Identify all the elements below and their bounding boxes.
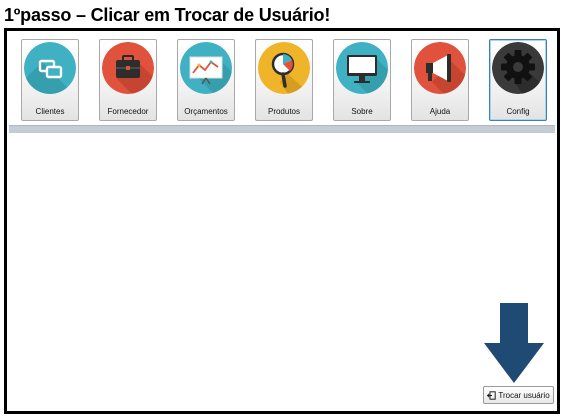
app-window: Clientes Fornecedor Orçamentos Produtos …	[4, 28, 560, 414]
toolbar-label-ajuda: Ajuda	[429, 107, 451, 116]
step-title: 1ºpasso – Clicar em Trocar de Usuário!	[4, 5, 331, 25]
toolbar-button-produtos[interactable]: Produtos	[255, 39, 313, 121]
toolbar-separator	[9, 125, 555, 133]
main-toolbar: Clientes Fornecedor Orçamentos Produtos …	[17, 36, 553, 122]
toolbar-button-ajuda[interactable]: Ajuda	[411, 39, 469, 121]
clients-icon	[24, 42, 76, 94]
arrow-shape	[484, 303, 544, 383]
pointer-arrow-icon	[484, 303, 544, 383]
swap-user-button[interactable]: Trocar usuário	[483, 386, 554, 404]
toolbar-button-clientes[interactable]: Clientes	[21, 39, 79, 121]
magnifier-icon	[258, 42, 310, 94]
monitor-icon	[336, 42, 388, 94]
toolbar-button-fornecedor[interactable]: Fornecedor	[99, 39, 157, 121]
toolbar-label-fornecedor: Fornecedor	[107, 107, 149, 116]
toolbar-label-config: Config	[506, 107, 530, 116]
megaphone-icon	[414, 42, 466, 94]
logout-icon	[487, 390, 497, 400]
toolbar-label-clientes: Clientes	[35, 107, 65, 116]
toolbar-button-config[interactable]: Config	[489, 39, 547, 121]
presentation-board-icon	[180, 42, 232, 94]
toolbar-button-orcamentos[interactable]: Orçamentos	[177, 39, 235, 121]
toolbar-label-sobre: Sobre	[351, 107, 373, 116]
swap-user-label: Trocar usuário	[498, 390, 550, 400]
toolbar-label-produtos: Produtos	[267, 107, 301, 116]
toolbar-label-orcamentos: Orçamentos	[184, 107, 228, 116]
toolbar-button-sobre[interactable]: Sobre	[333, 39, 391, 121]
briefcase-icon	[102, 42, 154, 94]
gear-icon	[492, 42, 544, 94]
